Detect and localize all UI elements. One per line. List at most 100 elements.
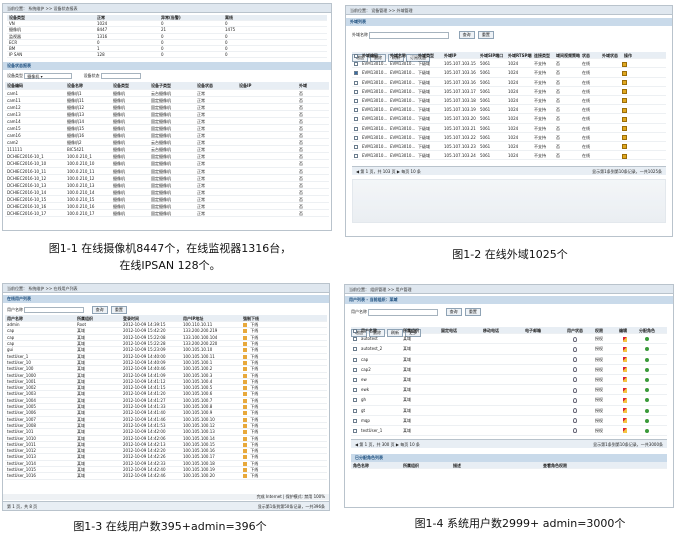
force-offline-link[interactable]: 下线 <box>241 404 281 410</box>
force-offline-link[interactable]: 下线 <box>241 341 281 347</box>
edit-icon[interactable] <box>620 124 636 132</box>
force-offline-link[interactable]: 下线 <box>241 385 281 391</box>
assign-role-icon[interactable] <box>637 355 665 364</box>
first-page-icon[interactable]: ◀ <box>355 442 358 447</box>
force-offline-link[interactable]: 下线 <box>241 442 281 447</box>
edit-icon[interactable] <box>620 87 636 95</box>
edit-icon[interactable] <box>617 416 637 425</box>
row-checkbox[interactable] <box>352 59 360 67</box>
table-row[interactable]: gt 某域 授权 <box>351 406 667 416</box>
force-offline-link[interactable]: 下线 <box>241 328 281 334</box>
assign-role-icon[interactable] <box>637 365 665 374</box>
row-checkbox[interactable] <box>352 133 360 141</box>
query-button[interactable]: 查询 <box>91 306 108 314</box>
row-checkbox[interactable] <box>352 114 360 122</box>
query-button[interactable]: 查询 <box>445 308 462 316</box>
table-row[interactable]: EVM13010... EVM13010... 下级域 105.107.103.15 5… <box>352 59 666 69</box>
search-input[interactable] <box>24 307 85 313</box>
assign-role-icon[interactable] <box>637 375 665 384</box>
row-checkbox[interactable] <box>352 105 360 113</box>
next-page-icon[interactable]: ▶ <box>396 442 399 447</box>
edit-icon[interactable] <box>620 68 636 76</box>
edit-icon[interactable] <box>617 334 637 343</box>
edit-icon[interactable] <box>617 426 637 435</box>
row-checkbox[interactable] <box>352 96 360 104</box>
table-row[interactable]: autotest_2 某域 授权 <box>351 344 667 355</box>
table-row[interactable]: autotest 某域 授权 <box>351 334 667 345</box>
page-size[interactable]: 每页 10 条 <box>401 169 421 174</box>
assign-role-icon[interactable] <box>637 426 665 435</box>
table-row[interactable]: EVM13010... EVM13010... 下级域 105.107.103.24 5… <box>352 151 666 161</box>
device-type-select[interactable]: 摄像机 ▾ <box>24 73 73 80</box>
row-checkbox[interactable] <box>351 355 359 364</box>
row-checkbox[interactable] <box>351 416 359 425</box>
table-row[interactable]: EVM13010... EVM13010... 下级域 105.107.103.17 5… <box>352 87 666 96</box>
force-offline-link[interactable]: 下线 <box>241 417 281 422</box>
row-checkbox[interactable] <box>352 124 360 132</box>
table-row[interactable]: testUser_1 某域 授权 <box>351 426 667 437</box>
device-status-select[interactable] <box>100 73 141 80</box>
table-row[interactable]: cap 某域 授权 <box>351 355 667 365</box>
table-row[interactable]: ewk 某域 授权 <box>351 385 667 396</box>
tab-user-list[interactable]: 用户列表 - 当前组织：某域 <box>345 296 673 304</box>
edit-icon[interactable] <box>617 406 637 415</box>
edit-icon[interactable] <box>620 142 636 150</box>
edit-icon[interactable] <box>617 375 637 384</box>
header-checkbox[interactable] <box>351 327 359 333</box>
row-checkbox[interactable] <box>351 344 359 353</box>
force-offline-link[interactable]: 下线 <box>241 448 281 454</box>
force-offline-link[interactable]: 下线 <box>241 322 281 328</box>
row-checkbox[interactable] <box>352 87 360 95</box>
row-checkbox[interactable] <box>352 142 360 150</box>
table-row[interactable]: EVM13010... EVM13010... 下级域 105.107.103.19 5… <box>352 105 666 115</box>
table-row[interactable]: ew 某域 授权 <box>351 375 667 386</box>
force-offline-link[interactable]: 下线 <box>241 423 281 428</box>
edit-icon[interactable] <box>620 114 636 122</box>
table-row[interactable]: EVM13010... EVM13010... 下级域 105.107.103.20 5… <box>352 114 666 124</box>
force-offline-link[interactable]: 下线 <box>241 379 281 384</box>
row-checkbox[interactable] <box>351 406 359 415</box>
assign-role-icon[interactable] <box>637 344 665 353</box>
assign-role-icon[interactable] <box>637 406 665 415</box>
table-row[interactable]: gh 某域 授权 <box>351 395 667 406</box>
edit-icon[interactable] <box>617 355 637 364</box>
row-checkbox[interactable] <box>351 426 359 435</box>
search-input[interactable] <box>368 308 439 316</box>
edit-icon[interactable] <box>620 133 636 141</box>
table-row[interactable]: mqp 某域 授权 <box>351 416 667 426</box>
force-offline-link[interactable]: 下线 <box>241 467 281 473</box>
edit-icon[interactable] <box>620 105 636 113</box>
reset-button[interactable]: 重置 <box>477 31 494 39</box>
force-offline-link[interactable]: 下线 <box>241 410 281 416</box>
force-offline-link[interactable]: 下线 <box>241 335 281 340</box>
edit-icon[interactable] <box>620 96 636 104</box>
edit-icon[interactable] <box>617 344 637 353</box>
reset-button[interactable]: 重置 <box>110 306 127 314</box>
row-checkbox[interactable] <box>351 395 359 404</box>
reset-button[interactable]: 重置 <box>464 308 481 316</box>
force-offline-link[interactable]: 下线 <box>241 454 281 460</box>
search-input[interactable] <box>369 31 450 39</box>
table-row[interactable]: EVM13010... EVM13010... 下级域 105.107.103.16 5… <box>352 78 666 87</box>
force-offline-link[interactable]: 下线 <box>241 398 281 403</box>
assign-role-icon[interactable] <box>637 334 665 343</box>
row-checkbox[interactable] <box>352 68 360 76</box>
edit-icon[interactable] <box>617 365 637 374</box>
force-offline-link[interactable]: 下线 <box>241 360 281 365</box>
edit-icon[interactable] <box>620 59 636 67</box>
row-checkbox[interactable] <box>352 151 360 159</box>
force-offline-link[interactable]: 下线 <box>241 366 281 372</box>
force-offline-link[interactable]: 下线 <box>241 429 281 435</box>
table-row[interactable]: EVM13010... EVM13010... 下级域 105.107.103.23 5… <box>352 142 666 152</box>
assign-role-icon[interactable] <box>637 385 665 394</box>
table-row[interactable]: EVM13010... EVM13010... 下级域 105.107.103.18 5… <box>352 96 666 106</box>
force-offline-link[interactable]: 下线 <box>241 461 281 466</box>
force-offline-link[interactable]: 下线 <box>241 347 281 353</box>
force-offline-link[interactable]: 下线 <box>241 354 281 359</box>
row-checkbox[interactable] <box>351 365 359 374</box>
row-checkbox[interactable] <box>351 334 359 343</box>
edit-icon[interactable] <box>620 78 636 86</box>
row-checkbox[interactable] <box>352 78 360 86</box>
query-button[interactable]: 查询 <box>458 31 475 39</box>
row-checkbox[interactable] <box>351 385 359 394</box>
